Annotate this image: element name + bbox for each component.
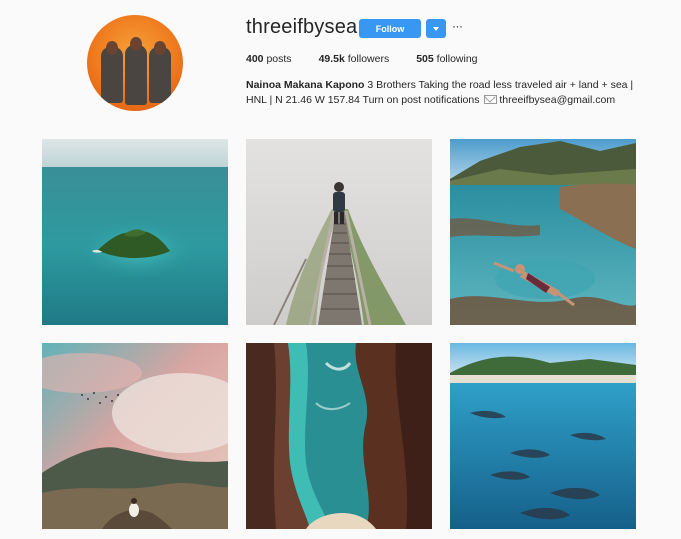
- post-island-ocean[interactable]: [42, 139, 228, 325]
- post-foggy-stairway[interactable]: [246, 139, 432, 325]
- chevron-down-icon: [433, 26, 439, 31]
- post-aerial-cove[interactable]: [246, 343, 432, 529]
- bio-email: threeifbysea@gmail.com: [499, 93, 616, 106]
- underwater-dolphins-photo: [450, 343, 636, 529]
- profile-avatar[interactable]: [87, 15, 183, 111]
- following-stat[interactable]: 505 following: [416, 53, 477, 65]
- posts-stat: 400 posts: [246, 53, 292, 65]
- following-label: following: [436, 53, 478, 65]
- post-mountain-sunset[interactable]: [42, 343, 228, 529]
- followers-label: followers: [347, 53, 390, 65]
- suggestions-dropdown-button[interactable]: [426, 19, 446, 38]
- island-ocean-photo: [42, 139, 228, 325]
- followers-stat[interactable]: 49.5k followers: [319, 53, 390, 65]
- aerial-lava-cove-photo: [246, 343, 432, 529]
- post-tide-pool[interactable]: [450, 139, 636, 325]
- followers-count: 49.5k: [318, 53, 345, 65]
- post-dolphins[interactable]: [450, 343, 636, 529]
- posts-label: posts: [266, 53, 292, 65]
- more-options-button[interactable]: ···: [452, 16, 468, 36]
- mail-icon: [484, 95, 498, 105]
- posts-count: 400: [246, 53, 264, 65]
- following-count: 505: [416, 53, 434, 65]
- profile-username: threeifbysea: [246, 16, 358, 38]
- foggy-stairway-hike-photo: [246, 139, 432, 325]
- follow-button[interactable]: Follow: [359, 19, 421, 38]
- bio-name: Nainoa Makana Kapono: [246, 79, 365, 91]
- tide-pool-swimmer-photo: [450, 139, 636, 325]
- profile-stats: 400 posts 49.5k followers 505 following: [246, 53, 505, 65]
- profile-bio: Nainoa Makana Kapono 3 Brothers Taking t…: [246, 78, 646, 107]
- mountain-sunset-clouds-photo: [42, 343, 228, 529]
